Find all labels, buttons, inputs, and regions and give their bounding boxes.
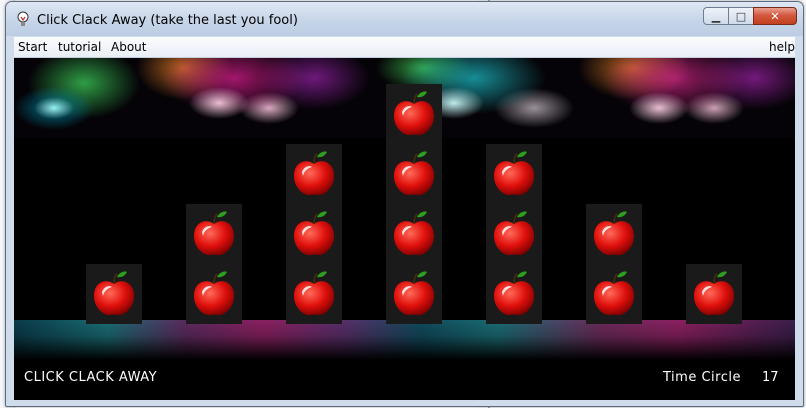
apple-icon: [94, 271, 134, 316]
game-name: CLICK CLACK AWAY: [24, 370, 158, 385]
game-board: [14, 58, 795, 360]
apple-icon: [394, 271, 434, 316]
apple-icon: [194, 271, 234, 316]
apple-tile[interactable]: [186, 264, 242, 324]
apple-tile[interactable]: [486, 264, 542, 324]
apple-tile[interactable]: [286, 264, 342, 324]
time-circle-count: 17: [762, 370, 779, 385]
apple-icon: [494, 271, 534, 316]
apple-icon: [494, 211, 534, 256]
apple-tile[interactable]: [486, 144, 542, 204]
title-bar[interactable]: Click Clack Away (take the last you fool…: [6, 2, 803, 36]
game-window: Click Clack Away (take the last you fool…: [5, 1, 804, 407]
apple-tile[interactable]: [86, 264, 142, 324]
window-title: Click Clack Away (take the last you fool…: [37, 13, 298, 28]
apple-tile[interactable]: [586, 204, 642, 264]
stage-floor-background: [14, 320, 795, 360]
apple-tile[interactable]: [386, 84, 442, 144]
menu-about[interactable]: About: [111, 40, 146, 54]
apple-tile[interactable]: [386, 144, 442, 204]
apple-icon: [394, 91, 434, 136]
close-icon: ✕: [770, 9, 780, 23]
apple-tile[interactable]: [586, 264, 642, 324]
apple-tile[interactable]: [386, 204, 442, 264]
apple-icon: [594, 271, 634, 316]
maximize-icon: □: [735, 9, 747, 23]
apple-tile[interactable]: [186, 204, 242, 264]
menu-help[interactable]: help: [769, 40, 795, 54]
apple-tile[interactable]: [486, 204, 542, 264]
apple-icon: [194, 211, 234, 256]
minimize-button[interactable]: ▁: [703, 7, 729, 25]
apple-icon: [394, 211, 434, 256]
menu-start[interactable]: Start: [18, 40, 47, 54]
menu-bar: Start tutorial About help: [14, 37, 795, 58]
time-circle-label: Time Circle: [663, 370, 741, 385]
apple-icon: [294, 271, 334, 316]
apple-tile[interactable]: [686, 264, 742, 324]
status-bar: CLICK CLACK AWAY Time Circle 17: [14, 360, 795, 400]
maximize-button[interactable]: □: [728, 7, 754, 25]
apple-icon: [294, 151, 334, 196]
close-button[interactable]: ✕: [753, 7, 797, 25]
minimize-icon: ▁: [711, 9, 721, 23]
app-icon: [17, 11, 29, 26]
apple-icon: [594, 211, 634, 256]
apple-tile[interactable]: [286, 144, 342, 204]
apple-icon: [494, 151, 534, 196]
apple-tile[interactable]: [386, 264, 442, 324]
menu-tutorial[interactable]: tutorial: [58, 40, 101, 54]
apple-tile[interactable]: [286, 204, 342, 264]
apple-icon: [294, 211, 334, 256]
apple-icon: [694, 271, 734, 316]
apple-icon: [394, 151, 434, 196]
